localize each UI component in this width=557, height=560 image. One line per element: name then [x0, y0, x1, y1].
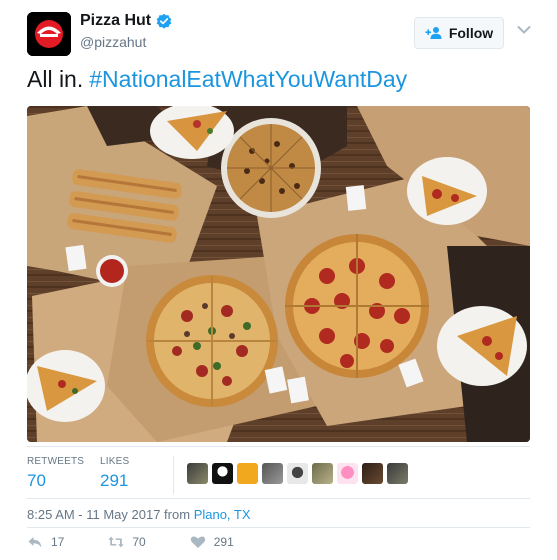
retweets-label: RETWEETS: [27, 456, 85, 467]
divider: [27, 527, 530, 528]
display-name[interactable]: Pizza Hut: [80, 12, 151, 30]
retweets-count[interactable]: 70: [27, 471, 84, 491]
user-handle[interactable]: @pizzahut: [80, 34, 146, 50]
tweet-photo[interactable]: [27, 106, 530, 442]
pizza-spread-image: [27, 106, 530, 442]
liker-avatar[interactable]: [287, 463, 308, 484]
liker-avatar[interactable]: [212, 463, 233, 484]
likes-count[interactable]: 291: [100, 471, 129, 491]
retweet-icon: [108, 536, 124, 548]
liker-avatars: [187, 463, 408, 484]
tweet-text: All in. #NationalEatWhatYouWantDay: [27, 66, 407, 93]
liker-avatar[interactable]: [237, 463, 258, 484]
stats-divider: [173, 456, 174, 494]
verified-badge-icon: [156, 13, 172, 29]
pizza-hut-avatar[interactable]: [27, 12, 71, 56]
like-button[interactable]: 291: [190, 535, 234, 549]
retweets-stat[interactable]: RETWEETS 70: [27, 456, 84, 491]
add-user-icon: [425, 27, 442, 39]
timestamp-time[interactable]: 8:25 AM - 11 May 2017 from: [27, 507, 190, 522]
liker-avatar[interactable]: [187, 463, 208, 484]
tweet-text-lead: All in.: [27, 66, 84, 92]
divider: [27, 446, 530, 447]
like-count: 291: [213, 535, 234, 549]
reply-icon: [28, 537, 42, 548]
liker-avatar[interactable]: [387, 463, 408, 484]
tweet-actions: 17 70 291: [27, 535, 278, 549]
hashtag-link[interactable]: #NationalEatWhatYouWantDay: [89, 66, 407, 92]
reply-count: 17: [51, 535, 65, 549]
likes-stat[interactable]: LIKES 291: [100, 456, 129, 491]
chevron-down-icon[interactable]: [517, 25, 531, 35]
heart-icon: [190, 536, 205, 548]
retweet-button[interactable]: 70: [108, 535, 146, 549]
divider: [27, 498, 530, 499]
liker-avatar[interactable]: [312, 463, 333, 484]
reply-button[interactable]: 17: [27, 535, 64, 549]
location-link[interactable]: Plano, TX: [194, 507, 251, 522]
liker-avatar[interactable]: [362, 463, 383, 484]
liker-avatar[interactable]: [262, 463, 283, 484]
tweet-timestamp: 8:25 AM - 11 May 2017 from Plano, TX: [27, 507, 251, 522]
follow-button[interactable]: Follow: [414, 17, 504, 49]
pizza-hut-logo-icon: [27, 12, 71, 56]
likes-label: LIKES: [100, 456, 130, 467]
engagement-stats: RETWEETS 70 LIKES 291: [27, 456, 530, 496]
tweet-card: Pizza Hut @pizzahut Follow All in. #Natio…: [0, 0, 557, 560]
follow-label: Follow: [448, 25, 494, 41]
name-row: Pizza Hut: [80, 12, 172, 30]
liker-avatar[interactable]: [337, 463, 358, 484]
retweet-count: 70: [132, 535, 146, 549]
